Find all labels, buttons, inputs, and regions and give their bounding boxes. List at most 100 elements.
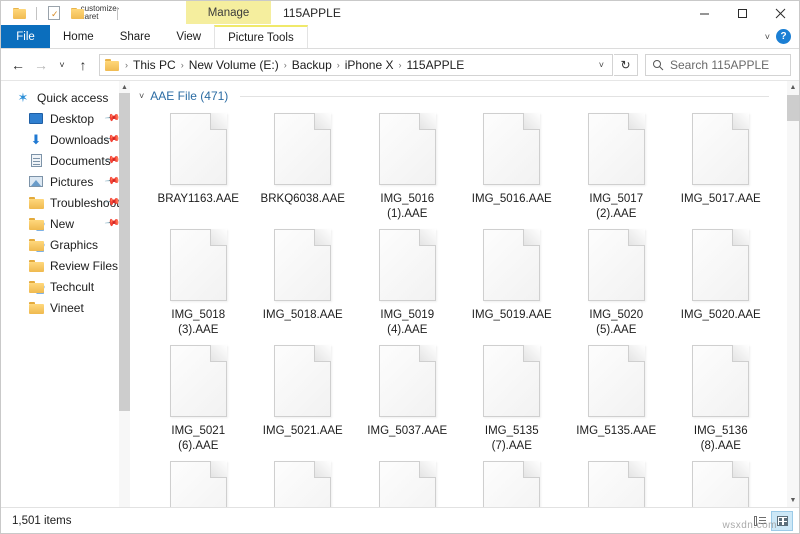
scroll-up-icon[interactable]: ▲: [119, 81, 130, 93]
tab-home[interactable]: Home: [50, 25, 107, 48]
group-title: AAE File (471): [150, 89, 229, 103]
list-item[interactable]: IMG_5135 (7).AAE: [460, 341, 565, 457]
list-item[interactable]: IMG_5021 (6).AAE: [146, 341, 251, 457]
list-item[interactable]: [251, 457, 356, 507]
tab-picture-tools[interactable]: Picture Tools: [214, 25, 308, 48]
list-item[interactable]: IMG_5017 (2).AAE: [564, 109, 669, 225]
list-item[interactable]: IMG_5136 (8).AAE: [669, 341, 774, 457]
chevron-down-icon[interactable]: ˅: [765, 32, 770, 42]
pin-icon[interactable]: 📌: [103, 173, 120, 189]
close-button[interactable]: [761, 1, 799, 25]
aae-file-icon: [378, 461, 436, 507]
sidebar-item-vineet[interactable]: Vineet: [1, 297, 130, 318]
tab-share[interactable]: Share: [107, 25, 164, 48]
scroll-down-icon[interactable]: ▼: [787, 494, 799, 507]
qat-customize-caret-icon[interactable]: customize-caret: [81, 3, 120, 23]
window-controls: [685, 1, 799, 25]
sidebar-item-graphics[interactable]: 👤 Graphics: [1, 234, 130, 255]
list-item[interactable]: IMG_5016 (1).AAE: [355, 109, 460, 225]
navigation-pane: ✶ Quick access Desktop 📌 ⬇ Downloads 📌 D…: [1, 81, 130, 507]
aae-file-icon: [169, 461, 227, 507]
maximize-button[interactable]: [723, 1, 761, 25]
pin-icon[interactable]: 📌: [103, 110, 120, 126]
chevron-down-icon[interactable]: ˅: [139, 91, 144, 101]
sidebar-item-desktop[interactable]: Desktop 📌: [1, 108, 130, 129]
file-name: IMG_5017.AAE: [680, 193, 761, 205]
list-item[interactable]: IMG_5019 (4).AAE: [355, 225, 460, 341]
aae-file-icon: [587, 113, 645, 185]
breadcrumb-item-115apple[interactable]: 115APPLE: [403, 58, 467, 72]
sidebar-item-quick-access[interactable]: ✶ Quick access: [1, 87, 130, 108]
sidebar-item-label: Techcult: [50, 279, 95, 294]
window-title: 115APPLE: [283, 6, 341, 20]
folder-icon[interactable]: [9, 3, 29, 23]
file-name: IMG_5019 (4).AAE: [380, 309, 435, 336]
file-list-scrollbar[interactable]: ▲ ▼: [787, 81, 799, 507]
list-item[interactable]: IMG_5016.AAE: [460, 109, 565, 225]
up-button[interactable]: ↑: [72, 54, 94, 76]
list-item[interactable]: [460, 457, 565, 507]
breadcrumb-separator-1: ›: [180, 59, 184, 70]
refresh-button[interactable]: ↻: [614, 53, 638, 76]
properties-icon[interactable]: ✓: [44, 3, 64, 23]
file-name: BRAY1163.AAE: [157, 193, 239, 205]
list-item[interactable]: IMG_5017.AAE: [669, 109, 774, 225]
aae-file-icon: [587, 461, 645, 507]
list-item[interactable]: IMG_5021.AAE: [251, 341, 356, 457]
breadcrumb-item-this-pc[interactable]: This PC: [130, 58, 179, 72]
group-header-aae-file[interactable]: ˅ AAE File (471): [130, 81, 799, 103]
list-item[interactable]: [669, 457, 774, 507]
breadcrumb-item-new-volume[interactable]: New Volume (E:): [186, 58, 282, 72]
list-item[interactable]: IMG_5037.AAE: [355, 341, 460, 457]
list-item[interactable]: IMG_5018.AAE: [251, 225, 356, 341]
pin-icon[interactable]: 📌: [103, 215, 120, 231]
file-list-pane: ˅ AAE File (471) BRAY1163.AAE BRKQ6038.A…: [130, 81, 799, 507]
list-item[interactable]: IMG_5135.AAE: [564, 341, 669, 457]
pictures-icon: [28, 174, 44, 190]
sidebar-item-review-files[interactable]: Review Files: [1, 255, 130, 276]
file-name: IMG_5037.AAE: [367, 425, 448, 437]
chevron-down-icon[interactable]: ˅: [595, 60, 612, 70]
help-icon[interactable]: ?: [776, 29, 791, 44]
navigation-pane-scrollbar[interactable]: ▲: [119, 81, 130, 507]
qat-divider-2: [117, 6, 118, 20]
recent-locations-button[interactable]: ˅: [53, 54, 71, 76]
scroll-up-icon[interactable]: ▲: [787, 81, 799, 94]
list-item[interactable]: IMG_5018 (3).AAE: [146, 225, 251, 341]
search-box[interactable]: Search 115APPLE: [645, 53, 791, 76]
list-item[interactable]: BRAY1163.AAE: [146, 109, 251, 225]
list-item[interactable]: IMG_5019.AAE: [460, 225, 565, 341]
list-item[interactable]: [355, 457, 460, 507]
list-item[interactable]: IMG_5020 (5).AAE: [564, 225, 669, 341]
tab-view[interactable]: View: [163, 25, 214, 48]
large-icons-view-button[interactable]: [771, 510, 793, 531]
forward-button[interactable]: →: [30, 54, 52, 76]
breadcrumb-item-iphone-x[interactable]: iPhone X: [342, 58, 397, 72]
status-bar: 1,501 items wsxdn.com: [1, 507, 799, 533]
list-item[interactable]: [564, 457, 669, 507]
back-button[interactable]: ←: [7, 54, 29, 76]
folder-icon: [28, 195, 44, 211]
aae-file-icon: [483, 229, 541, 301]
sidebar-item-troubleshoot[interactable]: Troubleshoot 📌: [1, 192, 130, 213]
scrollbar-thumb[interactable]: [787, 95, 799, 121]
list-item[interactable]: [146, 457, 251, 507]
details-view-button[interactable]: [749, 511, 771, 531]
minimize-button[interactable]: [685, 1, 723, 25]
tab-file[interactable]: File: [1, 25, 50, 48]
aae-file-icon: [169, 345, 227, 417]
ribbon-tab-bar: File Home Share View Picture Tools ˅ ?: [1, 25, 799, 49]
file-explorer-window: ✓ customize-caret Manage 115APPLE File H…: [0, 0, 800, 534]
breadcrumb-item-backup[interactable]: Backup: [289, 58, 335, 72]
search-input[interactable]: Search 115APPLE: [670, 58, 769, 72]
aae-file-icon: [274, 113, 332, 185]
breadcrumb[interactable]: › This PC › New Volume (E:) › Backup › i…: [99, 53, 613, 76]
list-item[interactable]: BRKQ6038.AAE: [251, 109, 356, 225]
sidebar-item-pictures[interactable]: Pictures 📌: [1, 171, 130, 192]
list-item[interactable]: IMG_5020.AAE: [669, 225, 774, 341]
sidebar-item-downloads[interactable]: ⬇ Downloads 📌: [1, 129, 130, 150]
sidebar-item-techcult[interactable]: 👤 Techcult: [1, 276, 130, 297]
sidebar-item-documents[interactable]: Documents 📌: [1, 150, 130, 171]
scrollbar-thumb[interactable]: [119, 93, 130, 411]
sidebar-item-new[interactable]: 👤 New 📌: [1, 213, 130, 234]
